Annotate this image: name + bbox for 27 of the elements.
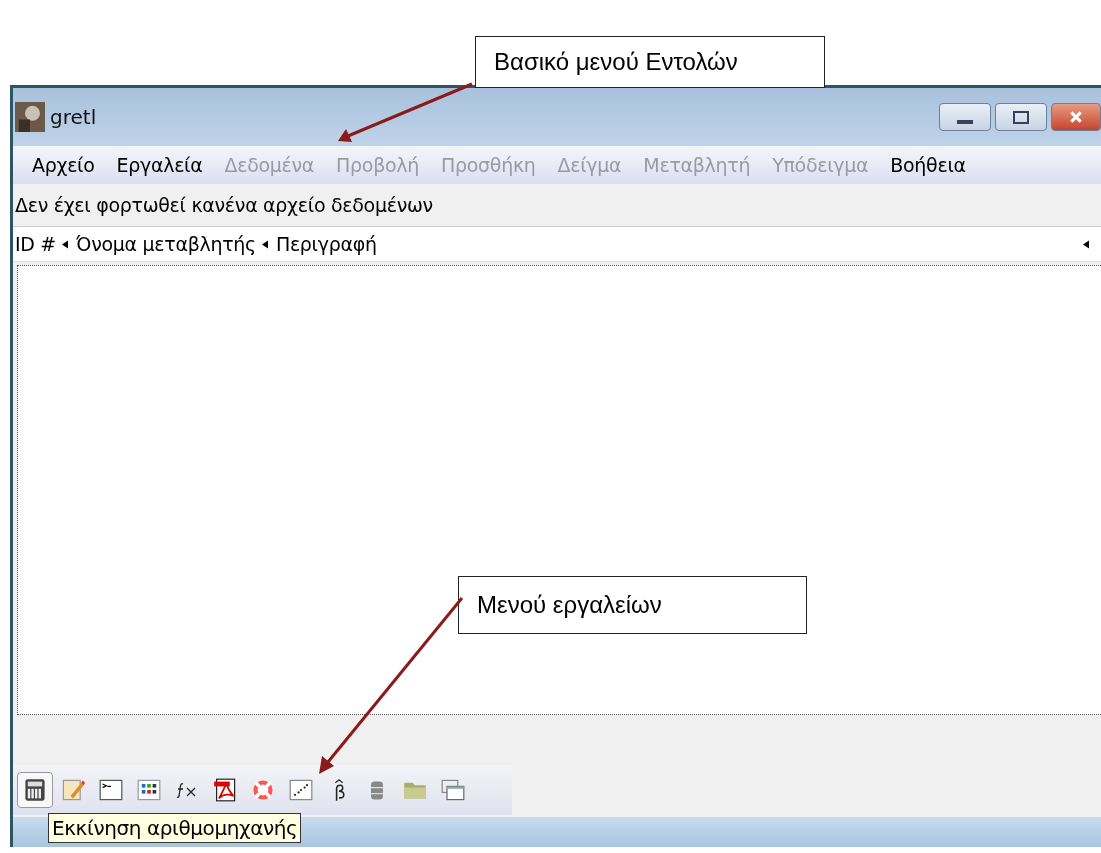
calculator-icon — [23, 778, 47, 802]
column-header[interactable]: Περιγραφή — [273, 227, 1101, 261]
window-title: gretl — [50, 105, 97, 129]
scatter-plot-icon — [289, 778, 313, 802]
minimize-button[interactable] — [939, 103, 991, 131]
app-icon — [15, 102, 45, 132]
terminal-icon — [99, 778, 123, 802]
sort-arrow-icon[interactable] — [62, 239, 68, 249]
grid-icon — [137, 778, 161, 802]
pdf-icon — [213, 778, 237, 802]
toolbar-button[interactable] — [17, 772, 53, 808]
menu-item[interactable]: Αρχείο — [21, 154, 106, 176]
callout-label: Βασικό μενού Εντολών — [475, 36, 825, 88]
maximize-button[interactable] — [995, 103, 1047, 131]
tooltip: Εκκίνηση αριθμομηχανής — [48, 813, 302, 843]
menu-item[interactable]: Βοήθεια — [879, 154, 977, 176]
sort-arrow-icon[interactable] — [1083, 239, 1089, 249]
close-button[interactable] — [1051, 103, 1101, 131]
sort-arrow-icon[interactable] — [261, 239, 268, 249]
column-header[interactable]: Όνομα μεταβλητής — [74, 227, 274, 261]
close-icon — [1069, 110, 1083, 124]
lifebuoy-icon — [251, 778, 275, 802]
callout-label: Μενού εργαλείων — [458, 576, 807, 634]
notepad-pencil-icon — [61, 778, 85, 802]
column-header[interactable]: ID # — [13, 227, 74, 261]
windows-icon — [441, 778, 465, 802]
menu-item[interactable]: Εργαλεία — [105, 154, 214, 176]
